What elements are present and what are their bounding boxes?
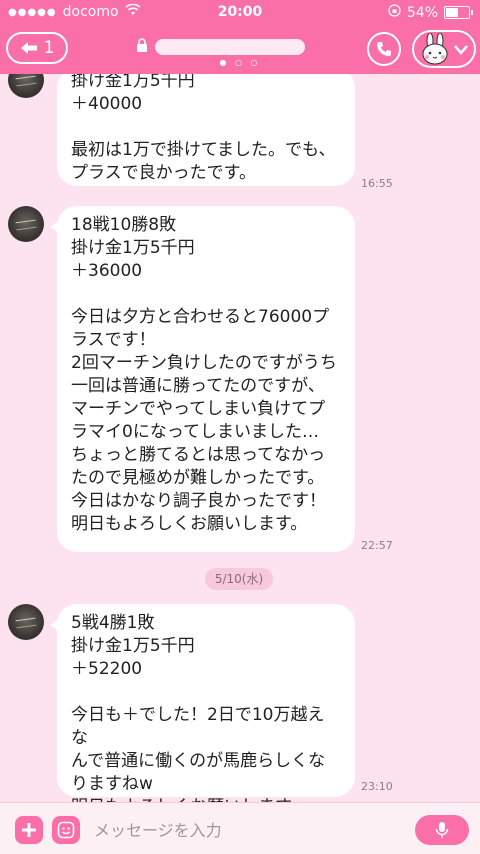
lock-icon [136,38,148,56]
page-indicator: ● ○ ○ [219,58,261,67]
message-bubble[interactable]: 掛け金1万5千円 ＋40000 最初は1万で掛けてました。でも、 プラスで良かっ… [57,74,355,186]
add-button[interactable] [15,816,43,844]
message-bubble[interactable]: 5戦4勝1敗 掛け金1万5千円 ＋52200 今日も＋でした！2日で10万越えな… [50,604,355,802]
contact-avatar[interactable] [8,604,44,640]
call-button[interactable] [367,32,401,66]
battery-percent: 54% [406,4,438,21]
smiley-icon [57,821,75,839]
message-input-bar [0,802,480,854]
sticker-button[interactable] [52,816,80,844]
microphone-icon [435,822,449,838]
message-time: 16:55 [361,177,393,190]
chat-header: 1 ● ○ ○ [0,24,480,74]
plus-icon [22,823,36,837]
orientation-lock-icon [388,4,401,21]
date-separator: 5/10(水) [205,568,273,590]
contact-name-redacted[interactable] [155,39,305,55]
battery-icon [444,6,473,19]
chevron-down-icon [454,40,468,59]
bunny-sticker-icon [422,33,448,65]
message-time: 23:10 [361,780,393,793]
message-bubble[interactable]: 18戦10勝8敗 掛け金1万5千円 ＋36000 今日は夕方と合わせると7600… [50,206,355,552]
phone-icon [377,42,391,56]
contact-avatar[interactable] [8,74,44,98]
voice-button[interactable] [415,815,469,845]
arrow-left-icon [20,42,37,54]
contact-avatar[interactable] [8,206,44,242]
menu-button[interactable] [412,30,476,68]
message-time: 22:57 [361,539,393,552]
chat-area[interactable]: 掛け金1万5千円 ＋40000 最初は1万で掛けてました。でも、 プラスで良かっ… [0,74,480,802]
unread-count: 1 [43,38,55,58]
status-bar: ●●●●● docomo 20:00 54% [0,0,480,24]
message-input[interactable] [92,813,396,847]
